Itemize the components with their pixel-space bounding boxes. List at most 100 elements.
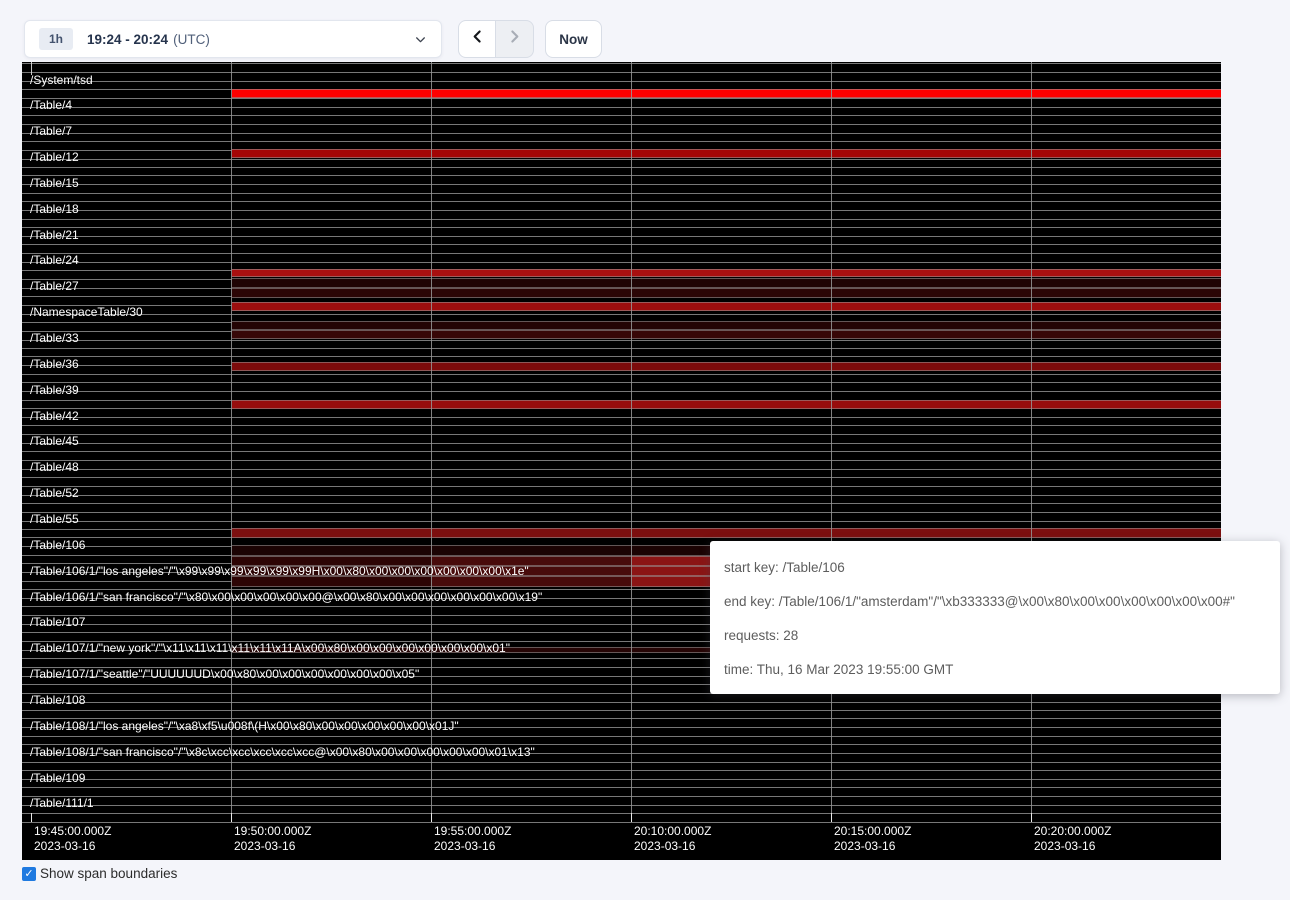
row-label: /Table/111/1 bbox=[30, 797, 94, 810]
row-label: /Table/39 bbox=[30, 384, 79, 397]
time-gridline bbox=[231, 62, 232, 822]
span-tooltip: start key: /Table/106 end key: /Table/10… bbox=[710, 541, 1280, 694]
row-label: /Table/42 bbox=[30, 410, 79, 423]
time-gridline bbox=[1031, 62, 1032, 822]
span-boundary-line bbox=[22, 434, 1221, 435]
span-boundary-line bbox=[22, 374, 1221, 375]
show-span-boundaries-label: Show span boundaries bbox=[40, 867, 177, 881]
show-span-boundaries-checkbox[interactable]: ✓ bbox=[22, 867, 36, 881]
span-boundary-line bbox=[22, 253, 1221, 254]
span-boundary-line bbox=[22, 133, 1221, 134]
time-zone-label: (UTC) bbox=[173, 32, 210, 47]
span-boundary-line bbox=[22, 236, 1221, 237]
span-boundary-line bbox=[22, 348, 1221, 349]
axis-tick-mark bbox=[231, 813, 232, 822]
row-label: /Table/52 bbox=[30, 487, 79, 500]
span-boundary-line bbox=[22, 796, 1221, 797]
span-boundary-line bbox=[22, 702, 1221, 703]
heatmap-band[interactable] bbox=[232, 400, 1221, 409]
span-boundary-line bbox=[22, 115, 1221, 116]
chevron-left-icon bbox=[469, 28, 486, 50]
time-gridline bbox=[831, 62, 832, 822]
span-boundary-line bbox=[22, 451, 1221, 452]
span-boundary-line bbox=[22, 477, 1221, 478]
row-label: /Table/12 bbox=[30, 151, 79, 164]
heatmap-band[interactable] bbox=[631, 556, 710, 566]
show-span-boundaries-control: ✓ Show span boundaries bbox=[22, 867, 177, 881]
heatmap-band[interactable] bbox=[631, 576, 710, 587]
span-boundary-line bbox=[22, 503, 1221, 504]
x-axis-tick-label: 20:15:00.000Z2023-03-16 bbox=[834, 824, 911, 854]
now-button[interactable]: Now bbox=[545, 20, 602, 58]
row-label: /Table/106/1/"san francisco"/"\x80\x00\x… bbox=[30, 591, 542, 604]
row-label: /Table/106 bbox=[30, 539, 85, 552]
heatmap-band[interactable] bbox=[232, 278, 1221, 288]
time-nav-group bbox=[458, 20, 534, 58]
heatmap-band[interactable] bbox=[631, 566, 710, 576]
heatmap-band[interactable] bbox=[232, 288, 1221, 298]
span-boundary-line bbox=[22, 805, 1221, 806]
span-boundary-line bbox=[22, 107, 1221, 108]
span-boundary-line bbox=[22, 425, 1221, 426]
span-boundary-line bbox=[22, 736, 1221, 737]
span-boundary-line bbox=[22, 779, 1221, 780]
previous-interval-button[interactable] bbox=[458, 20, 496, 58]
next-interval-button[interactable] bbox=[496, 20, 534, 58]
row-label: /Table/48 bbox=[30, 461, 79, 474]
span-boundary-line bbox=[22, 417, 1221, 418]
axis-tick-mark bbox=[31, 813, 32, 822]
span-boundary-line bbox=[22, 219, 1221, 220]
x-axis-tick-label: 20:20:00.000Z2023-03-16 bbox=[1034, 824, 1111, 854]
span-boundary-line bbox=[22, 813, 1221, 814]
span-boundary-line bbox=[22, 710, 1221, 711]
span-boundary-line bbox=[22, 521, 1221, 522]
span-boundary-line bbox=[22, 460, 1221, 461]
heatmap-band[interactable] bbox=[232, 321, 1221, 330]
tooltip-start-key: start key: /Table/106 bbox=[724, 551, 1266, 585]
span-boundary-line bbox=[22, 201, 1221, 202]
row-label: /Table/108/1/"los angeles"/"\xa8\xf5\u00… bbox=[30, 720, 459, 733]
row-label: /Table/55 bbox=[30, 513, 79, 526]
span-boundary-line bbox=[22, 184, 1221, 185]
row-label: /System/tsd bbox=[30, 74, 93, 87]
row-label: /Table/107/1/"new york"/"\x11\x11\x11\x1… bbox=[30, 642, 510, 655]
span-boundary-line bbox=[22, 244, 1221, 245]
tooltip-time: time: Thu, 16 Mar 2023 19:55:00 GMT bbox=[724, 653, 1266, 687]
span-boundary-line bbox=[22, 382, 1221, 383]
heatmap-band[interactable] bbox=[232, 302, 1221, 311]
time-range-select[interactable]: 1h 19:24 - 20:24 (UTC) bbox=[24, 20, 442, 58]
heatmap-band[interactable] bbox=[232, 330, 1221, 339]
span-boundary-line bbox=[22, 210, 1221, 211]
span-boundary-line bbox=[22, 193, 1221, 194]
time-preset-badge: 1h bbox=[39, 28, 73, 50]
time-gridline bbox=[631, 62, 632, 822]
time-range-label: 19:24 - 20:24 bbox=[87, 32, 168, 47]
tooltip-requests: requests: 28 bbox=[724, 619, 1266, 653]
row-label: /Table/107/1/"seattle"/"UUUUUUD\x00\x80\… bbox=[30, 668, 419, 681]
row-label: /Table/108/1/"san francisco"/"\x8c\xcc\x… bbox=[30, 746, 535, 759]
axis-tick-mark bbox=[631, 813, 632, 822]
row-label: /Table/108 bbox=[30, 694, 85, 707]
heatmap-band[interactable] bbox=[232, 149, 1221, 158]
row-label: /Table/4 bbox=[30, 99, 72, 112]
row-label: /Table/109 bbox=[30, 772, 85, 785]
x-axis-tick-label: 19:50:00.000Z2023-03-16 bbox=[234, 824, 311, 854]
span-boundary-line bbox=[22, 175, 1221, 176]
heatmap-band[interactable] bbox=[232, 362, 1221, 371]
axis-tick-mark bbox=[1031, 813, 1032, 822]
span-boundary-line bbox=[22, 762, 1221, 763]
heatmap-band[interactable] bbox=[232, 89, 1221, 98]
span-boundary-line bbox=[22, 391, 1221, 392]
span-boundary-line bbox=[22, 63, 1221, 64]
x-axis-tick-label: 20:10:00.000Z2023-03-16 bbox=[634, 824, 711, 854]
key-visualizer-heatmap[interactable]: /System/tsd/Table/4/Table/7/Table/12/Tab… bbox=[22, 62, 1221, 860]
span-boundary-line bbox=[22, 486, 1221, 487]
x-axis-tick-label: 19:55:00.000Z2023-03-16 bbox=[434, 824, 511, 854]
row-label: /Table/107 bbox=[30, 616, 85, 629]
row-label: /Table/7 bbox=[30, 125, 72, 138]
heatmap-band[interactable] bbox=[232, 269, 1221, 277]
heatmap-band[interactable] bbox=[232, 528, 1221, 538]
span-boundary-line bbox=[22, 167, 1221, 168]
span-boundary-line bbox=[22, 124, 1221, 125]
span-boundary-line bbox=[22, 512, 1221, 513]
